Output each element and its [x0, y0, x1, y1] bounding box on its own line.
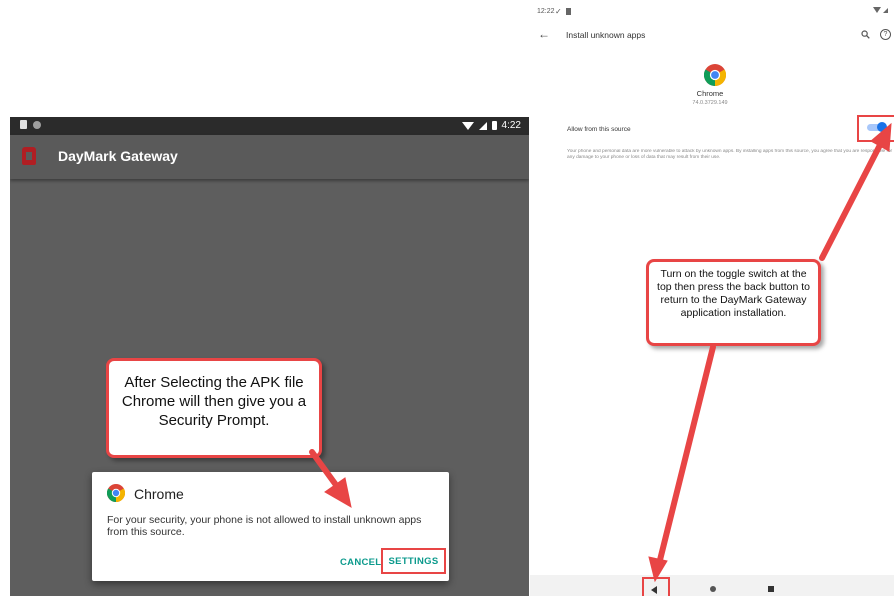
- battery-icon: [491, 121, 497, 130]
- status-icons-right: [873, 7, 888, 13]
- chrome-icon: [704, 64, 726, 86]
- daymark-logo-icon: [22, 147, 36, 165]
- status-time: 4:22: [501, 120, 521, 131]
- nav-back-icon[interactable]: [651, 586, 657, 594]
- instruction-callout-left: After Selecting the APK file Chrome will…: [106, 358, 322, 458]
- signal-icon: [883, 7, 888, 13]
- nav-home-icon[interactable]: [710, 586, 716, 592]
- allow-from-source-label: Allow from this source: [567, 126, 631, 133]
- help-icon[interactable]: ?: [880, 29, 891, 40]
- settings-button[interactable]: SETTINGS: [381, 548, 446, 574]
- app-version: 74.0.3729.149: [692, 100, 728, 106]
- dialog-title: Chrome: [134, 486, 184, 502]
- search-icon[interactable]: [861, 30, 870, 39]
- status-time: 12:22: [537, 8, 555, 15]
- toggle-knob[interactable]: [877, 122, 887, 132]
- sd-card-icon: [20, 120, 27, 129]
- dialog-message: For your security, your phone is not all…: [107, 514, 422, 538]
- cancel-button[interactable]: CANCEL: [340, 557, 381, 568]
- app-title: DayMark Gateway: [58, 148, 178, 164]
- wifi-icon: [461, 121, 474, 130]
- check-icon: ✓: [555, 7, 562, 16]
- sd-card-icon: [565, 8, 571, 15]
- app-name: Chrome: [696, 89, 724, 98]
- app-bar: DayMark Gateway: [10, 135, 529, 179]
- wifi-icon: [873, 7, 881, 13]
- signal-icon: [478, 121, 487, 130]
- chrome-icon: [107, 484, 125, 502]
- notification-dot-icon: [33, 120, 41, 129]
- nav-recents-icon[interactable]: [768, 586, 774, 592]
- status-icons: ✓: [555, 7, 571, 16]
- status-bar: 4:22: [10, 117, 529, 135]
- back-arrow-icon[interactable]: ←: [538, 27, 550, 41]
- page-title: Install unknown apps: [566, 30, 646, 40]
- instruction-callout-right: Turn on the toggle switch at the top the…: [646, 259, 821, 346]
- warning-text: Your phone and personal data are more vu…: [567, 149, 893, 160]
